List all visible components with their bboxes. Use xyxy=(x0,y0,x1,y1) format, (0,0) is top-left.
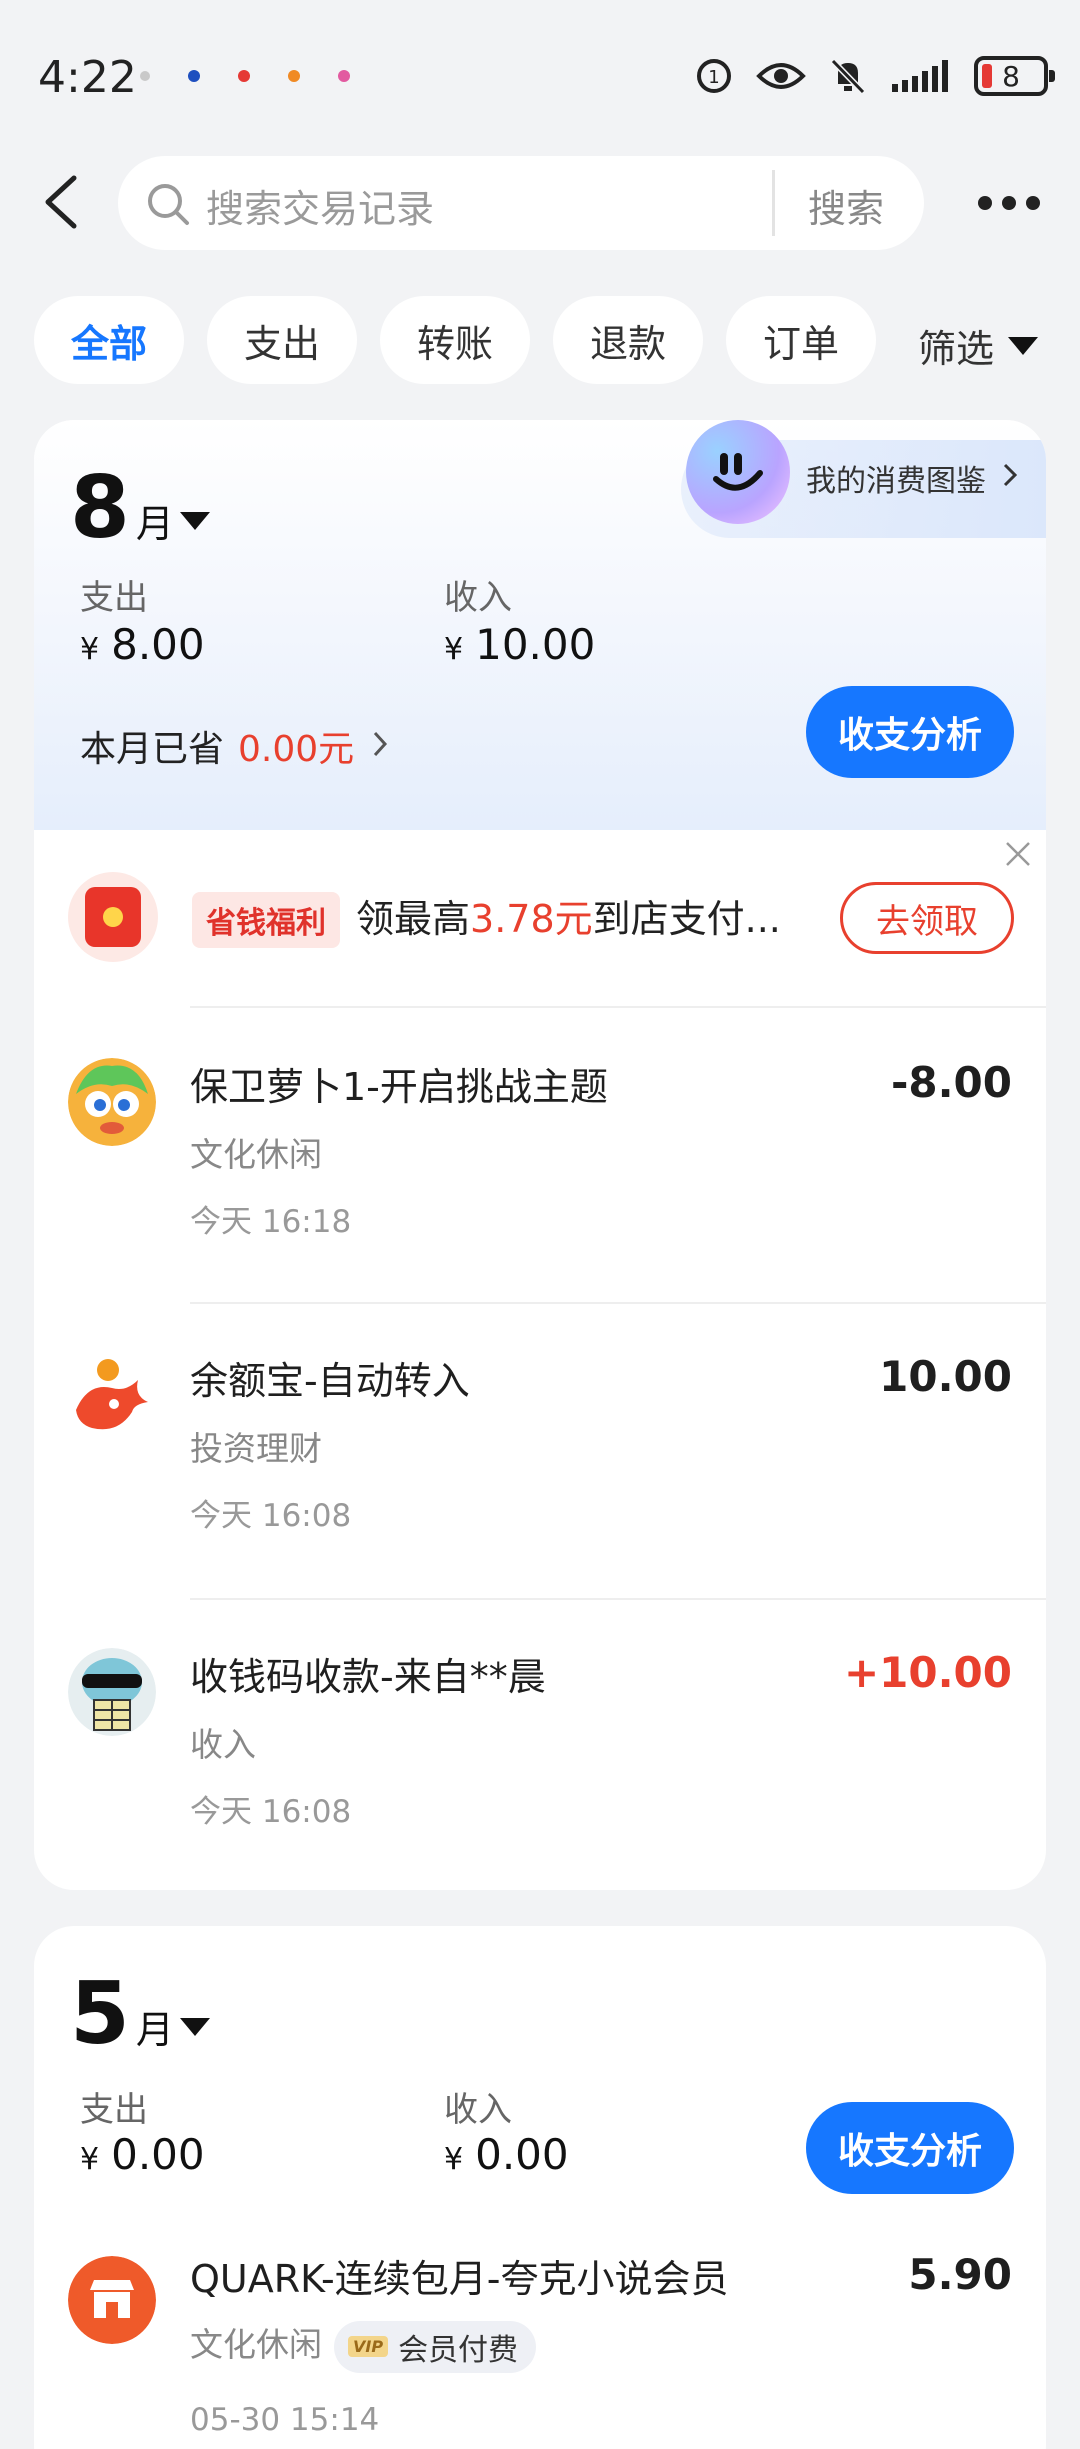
caret-down-icon[interactable] xyxy=(180,2018,210,2036)
notification-icon xyxy=(188,70,200,82)
transaction-amount: 5.90 xyxy=(908,2250,1012,2299)
promo-badge: 省钱福利 xyxy=(192,892,340,948)
saved-label: 本月已省 xyxy=(80,729,225,770)
transaction-time: 05-30 15:14 xyxy=(190,2402,380,2438)
data-saver-icon: 1 xyxy=(697,59,731,93)
transaction-category: 收入 xyxy=(190,1725,256,1764)
notification-icon xyxy=(288,70,300,82)
transaction-row[interactable]: 余额宝-自动转入 投资理财 今天 16:08 10.00 xyxy=(34,1304,1046,1598)
expense-amount: ¥8.00 xyxy=(80,620,205,669)
transaction-time: 今天 16:08 xyxy=(190,1794,352,1830)
notification-icon xyxy=(238,70,250,82)
currency-symbol: ¥ xyxy=(80,632,100,667)
income-label: 收入 xyxy=(444,2090,512,2130)
mascot-avatar-icon xyxy=(686,420,790,524)
transaction-category: 文化休闲 xyxy=(190,1135,322,1174)
filter-dropdown[interactable]: 筛选 xyxy=(918,318,1039,373)
mute-bell-icon xyxy=(830,58,866,95)
search-input[interactable]: 搜索交易记录 xyxy=(206,178,434,233)
search-icon xyxy=(148,184,189,225)
currency-symbol: ¥ xyxy=(80,2142,100,2177)
notification-icons xyxy=(140,70,350,82)
transaction-time: 今天 16:18 xyxy=(190,1204,352,1240)
yuebao-icon xyxy=(68,1352,156,1440)
income-amount: ¥10.00 xyxy=(444,620,596,669)
signal-icon xyxy=(892,60,948,92)
transaction-title: 保卫萝卜1-开启挑战主题 xyxy=(190,1065,608,1109)
transaction-title: 余额宝-自动转入 xyxy=(190,1359,470,1403)
transaction-category: 文化休闲 VIP 会员付费 xyxy=(190,2318,537,2373)
promo-text: 领最高3.78元到店支付... xyxy=(356,897,781,941)
close-icon[interactable] xyxy=(1004,840,1032,868)
monthly-saved[interactable]: 本月已省 0.00元 xyxy=(80,720,354,772)
search-button[interactable]: 搜索 xyxy=(808,178,884,233)
transaction-row[interactable]: 收钱码收款-来自**晨 收入 今天 16:08 +10.00 xyxy=(34,1600,1046,1890)
chip-order[interactable]: 订单 xyxy=(726,296,876,384)
notification-icon xyxy=(338,70,350,82)
spending-gallery-label[interactable]: 我的消费图鉴 xyxy=(806,456,986,500)
chevron-right-icon[interactable] xyxy=(372,730,388,758)
income-expense-analysis-button[interactable]: 收支分析 xyxy=(806,2102,1014,2194)
transaction-title: 收钱码收款-来自**晨 xyxy=(190,1655,546,1699)
vip-icon: VIP xyxy=(348,2336,389,2357)
expense-label: 支出 xyxy=(80,2090,148,2130)
caret-down-icon xyxy=(1008,336,1039,355)
notification-icon xyxy=(140,71,150,81)
currency-symbol: ¥ xyxy=(444,632,464,667)
transaction-amount: -8.00 xyxy=(890,1058,1012,1107)
filter-label: 筛选 xyxy=(918,327,995,371)
expense-amount: ¥0.00 xyxy=(80,2130,205,2179)
chevron-right-icon xyxy=(1003,463,1018,487)
income-label: 收入 xyxy=(444,578,512,618)
battery-level: 8 xyxy=(1002,59,1020,93)
search-divider xyxy=(772,170,775,236)
transaction-row[interactable]: 保卫萝卜1-开启挑战主题 文化休闲 今天 16:18 -8.00 xyxy=(34,1010,1046,1304)
member-payment-tag: VIP 会员付费 xyxy=(334,2320,537,2373)
transaction-row[interactable]: QUARK-连续包月-夸克小说会员 文化休闲 VIP 会员付费 05-30 15:1… xyxy=(34,2226,1046,2449)
expense-label: 支出 xyxy=(80,578,148,618)
transaction-title: QUARK-连续包月-夸克小说会员 xyxy=(190,2257,729,2301)
svg-text:1: 1 xyxy=(708,67,719,88)
month-number: 5 xyxy=(70,1964,130,2064)
month-number: 8 xyxy=(70,458,130,558)
back-arrow-icon[interactable] xyxy=(36,172,88,232)
user-avatar xyxy=(68,1648,156,1736)
transaction-category: 投资理财 xyxy=(190,1429,322,1468)
store-icon xyxy=(68,2256,156,2344)
currency-symbol: ¥ xyxy=(444,2142,464,2177)
transaction-amount: 10.00 xyxy=(879,1352,1012,1401)
month-unit: 月 xyxy=(135,502,174,546)
claim-button[interactable]: 去领取 xyxy=(840,882,1014,954)
game-character-avatar xyxy=(68,1058,156,1146)
divider xyxy=(190,1006,1046,1008)
month-card-may: 5月 支出 ¥0.00 收入 ¥0.00 收支分析 QUARK-连续包月-夸克小… xyxy=(34,1926,1046,2449)
month-selector[interactable]: 8月 xyxy=(70,458,174,558)
eye-icon xyxy=(756,63,806,89)
saved-value: 0.00元 xyxy=(238,729,355,770)
chip-all[interactable]: 全部 xyxy=(34,296,184,384)
transaction-time: 今天 16:08 xyxy=(190,1498,352,1534)
caret-down-icon[interactable] xyxy=(180,512,210,530)
chip-transfer[interactable]: 转账 xyxy=(380,296,530,384)
status-time: 4:22 xyxy=(38,52,137,103)
red-envelope-icon xyxy=(68,872,158,962)
chip-refund[interactable]: 退款 xyxy=(553,296,703,384)
month-card-august: 我的消费图鉴 8月 支出 ¥8.00 收入 ¥10.00 本月已省 0.00元 收… xyxy=(34,420,1046,1890)
status-bar: 4:22 1 8 xyxy=(0,0,1080,160)
transaction-amount: +10.00 xyxy=(843,1648,1012,1697)
income-expense-analysis-button[interactable]: 收支分析 xyxy=(806,686,1014,778)
chip-expense[interactable]: 支出 xyxy=(207,296,357,384)
filter-chips: 全部 支出 转账 退款 订单 xyxy=(34,296,876,384)
month-selector[interactable]: 5月 xyxy=(70,1964,174,2064)
search-bar[interactable]: 搜索交易记录 搜索 xyxy=(118,156,924,250)
income-amount: ¥0.00 xyxy=(444,2130,569,2179)
battery-icon: 8 xyxy=(974,56,1055,96)
more-options-icon[interactable] xyxy=(978,196,1040,210)
month-unit: 月 xyxy=(135,2008,174,2052)
